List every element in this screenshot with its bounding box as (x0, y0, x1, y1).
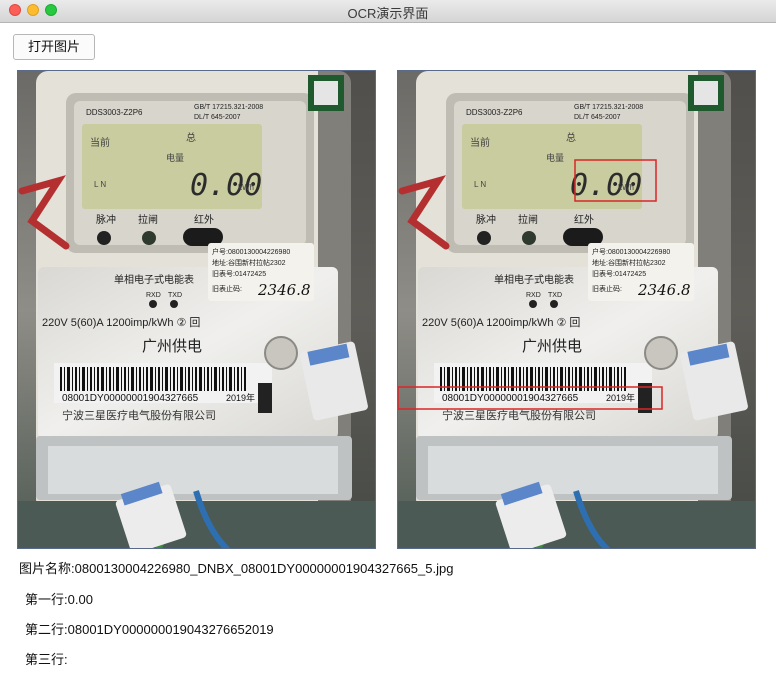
row1-value: 0.00 (67, 592, 93, 607)
sticker-line1: 户号:0800130004226980 (212, 247, 290, 256)
lcd-current-label: 当前 (470, 136, 490, 149)
barcode-year: 2019年 (606, 392, 635, 403)
meter-model-text: DDS3003-Z2P6 (466, 108, 523, 117)
row3-label: 第三行: (25, 652, 68, 667)
spec-line: 220V 5(60)A 1200imp/kWh ② 回 (42, 316, 200, 329)
detection-image-panel: DDS3003-Z2P6 GB/T 17215.321-2008 DL/T 64… (397, 70, 756, 549)
lcd-ln-label: L N (94, 180, 106, 189)
switch-label: 拉闸 (138, 213, 158, 226)
lcd-unit: kWh (618, 183, 634, 192)
filename-row: 图片名称:0800130004226980_DNBX_08001DY000000… (19, 558, 453, 577)
barcode-year: 2019年 (226, 392, 255, 403)
ir-label: 红外 (194, 213, 214, 226)
barcode-text: 08001DY00000001904327665 (62, 393, 199, 404)
nameplate-type: 单相电子式电能表 (494, 273, 574, 286)
lcd-energy-label: 电量 (546, 152, 564, 163)
utility-name: 广州供电 (142, 338, 202, 355)
main-content: 打开图片 DDS3003-Z2P6 GB/T 17215.321-2008 DL… (0, 23, 776, 678)
sticker-reading: 2346.8 (257, 281, 311, 299)
manufacturer-name: 宁波三星医疗电气股份有限公司 (442, 408, 596, 422)
lcd-energy-label: 电量 (166, 152, 184, 163)
row1-label: 第一行: (25, 592, 68, 607)
pulse-label: 脉冲 (476, 213, 496, 226)
sticker-line4: 旧表止码: (592, 284, 622, 293)
nameplate-rxd: RXD (146, 292, 161, 299)
original-meter-photo: DDS3003-Z2P6 GB/T 17215.321-2008 DL/T 64… (18, 71, 375, 548)
meter-standard-line1: GB/T 17215.321-2008 (194, 104, 263, 111)
filename-value: 0800130004226980_DNBX_08001DY00000001904… (74, 561, 454, 576)
switch-label: 拉闸 (518, 213, 538, 226)
sticker-line2: 地址:谷围新村拉帖2302 (592, 258, 666, 267)
sticker-line4: 旧表止码: (212, 284, 242, 293)
lcd-total-label: 总 (566, 131, 576, 144)
window-title: OCR演示界面 (347, 6, 429, 21)
sticker-line3: 旧表号:01472425 (592, 269, 646, 278)
nameplate-type: 单相电子式电能表 (114, 273, 194, 286)
sticker-line3: 旧表号:01472425 (212, 269, 266, 278)
open-image-button[interactable]: 打开图片 (13, 34, 95, 60)
ocr-row-2: 第二行:08001DY000000019043276652019 (25, 619, 274, 638)
meter-standard-line1: GB/T 17215.321-2008 (574, 104, 643, 111)
ocr-row-3: 第三行: (25, 649, 68, 668)
ocr-row-1: 第一行:0.00 (25, 589, 93, 608)
barcode-text: 08001DY00000001904327665 (442, 393, 579, 404)
meter-standard-line2: DL/T 645-2007 (194, 114, 241, 121)
nameplate-txd: TXD (168, 292, 182, 299)
lcd-total-label: 总 (186, 131, 196, 144)
filename-label: 图片名称: (19, 561, 75, 576)
manufacturer-name: 宁波三星医疗电气股份有限公司 (62, 408, 216, 422)
meter-model-text: DDS3003-Z2P6 (86, 108, 143, 117)
title-bar: OCR演示界面 (0, 0, 776, 23)
meter-standard-line2: DL/T 645-2007 (574, 114, 621, 121)
detection-meter-photo: DDS3003-Z2P6 GB/T 17215.321-2008 DL/T 64… (398, 71, 755, 548)
sticker-line1: 户号:0800130004226980 (592, 247, 670, 256)
nameplate-txd: TXD (548, 292, 562, 299)
lcd-current-label: 当前 (90, 136, 110, 149)
row2-value: 08001DY000000019043276652019 (67, 622, 274, 637)
nameplate-rxd: RXD (526, 292, 541, 299)
sticker-reading: 2346.8 (637, 281, 691, 299)
lcd-ln-label: L N (474, 180, 486, 189)
row2-label: 第二行: (25, 622, 68, 637)
original-image-panel: DDS3003-Z2P6 GB/T 17215.321-2008 DL/T 64… (17, 70, 376, 549)
pulse-label: 脉冲 (96, 213, 116, 226)
spec-line: 220V 5(60)A 1200imp/kWh ② 回 (422, 316, 580, 329)
utility-name: 广州供电 (522, 338, 582, 355)
lcd-unit: kWh (238, 183, 254, 192)
ir-label: 红外 (574, 213, 594, 226)
sticker-line2: 地址:谷围新村拉帖2302 (212, 258, 286, 267)
